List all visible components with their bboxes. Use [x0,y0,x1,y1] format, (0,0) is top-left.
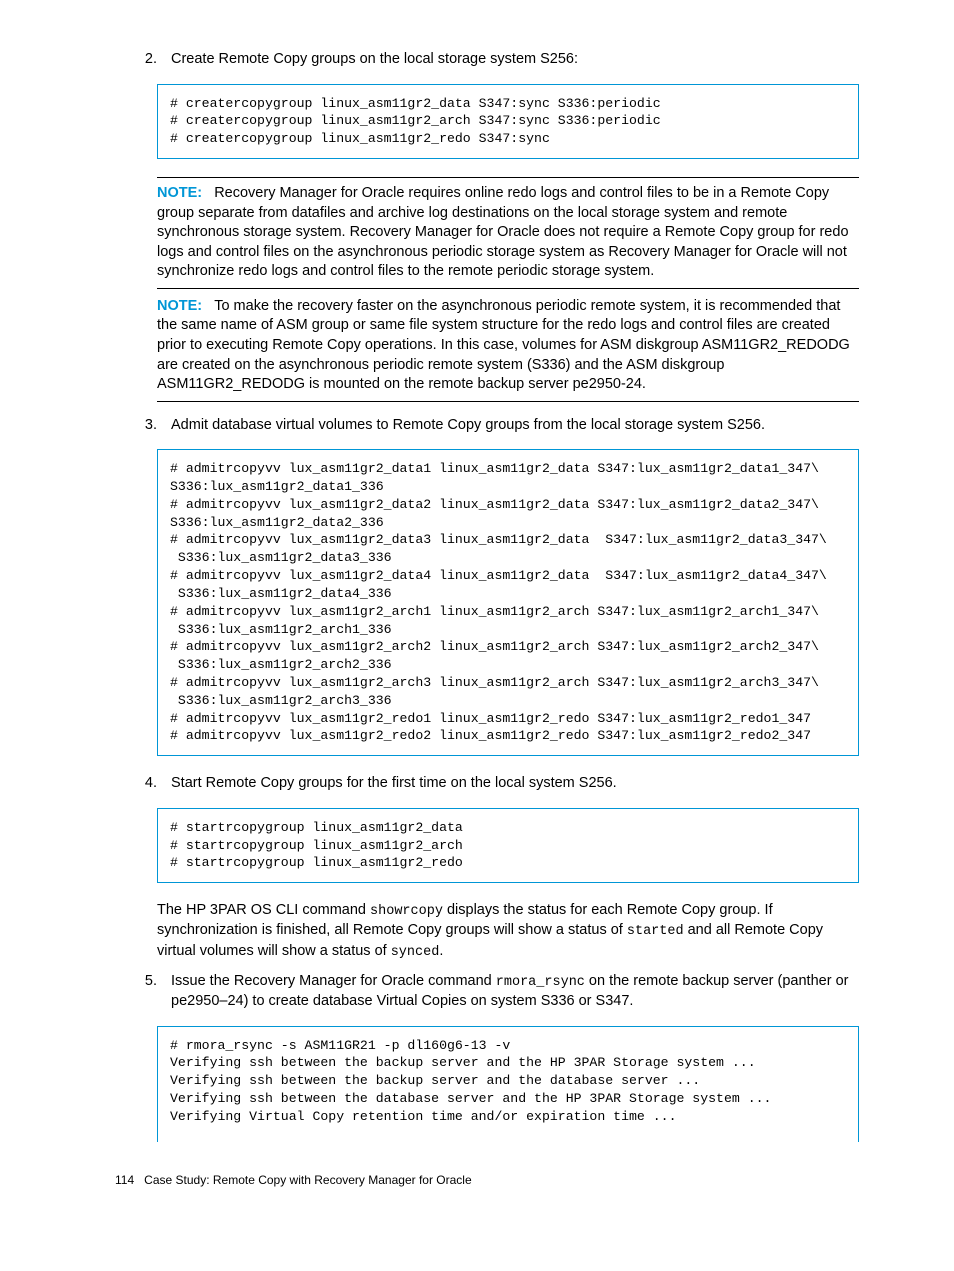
code-block-2: # admitrcopyvv lux_asm11gr2_data1 linux_… [157,449,859,756]
step-text: Start Remote Copy groups for the first t… [171,774,859,794]
step-number: 3. [115,416,171,436]
text: . [439,943,443,959]
step-2: 2. Create Remote Copy groups on the loca… [115,50,859,70]
step-4: 4. Start Remote Copy groups for the firs… [115,774,859,794]
page-number: 114 [115,1173,134,1187]
paragraph-showrcopy: The HP 3PAR OS CLI command showrcopy dis… [157,901,859,962]
code-block-4: # rmora_rsync -s ASM11GR21 -p dl160g6-13… [157,1026,859,1142]
step-text: Admit database virtual volumes to Remote… [171,416,859,436]
inline-code: synced [391,945,440,960]
note-rule [157,177,859,178]
note-rule [157,401,859,402]
step-text: Create Remote Copy groups on the local s… [171,50,859,70]
step-3: 3. Admit database virtual volumes to Rem… [115,416,859,436]
inline-code: rmora_rsync [496,975,585,990]
note-1: NOTE: Recovery Manager for Oracle requir… [157,177,859,289]
note-body: NOTE: To make the recovery faster on the… [157,297,859,395]
text: The HP 3PAR OS CLI command [157,902,370,918]
step-5: 5. Issue the Recovery Manager for Oracle… [115,972,859,1012]
note-label: NOTE: [157,185,202,201]
note-text: Recovery Manager for Oracle requires onl… [157,185,849,279]
step-number: 2. [115,50,171,70]
note-label: NOTE: [157,298,202,314]
code-block-1: # creatercopygroup linux_asm11gr2_data S… [157,84,859,159]
inline-code: started [627,924,684,939]
step-number: 4. [115,774,171,794]
step-text: Issue the Recovery Manager for Oracle co… [171,972,859,1012]
note-text: To make the recovery faster on the async… [157,298,850,392]
footer-title: Case Study: Remote Copy with Recovery Ma… [144,1173,471,1187]
text: Issue the Recovery Manager for Oracle co… [171,973,496,989]
page-footer: 114 Case Study: Remote Copy with Recover… [115,1172,859,1188]
code-block-3: # startrcopygroup linux_asm11gr2_data # … [157,808,859,883]
inline-code: showrcopy [370,904,443,919]
note-2: NOTE: To make the recovery faster on the… [157,297,859,402]
step-number: 5. [115,972,171,1012]
note-body: NOTE: Recovery Manager for Oracle requir… [157,184,859,282]
note-rule [157,288,859,289]
